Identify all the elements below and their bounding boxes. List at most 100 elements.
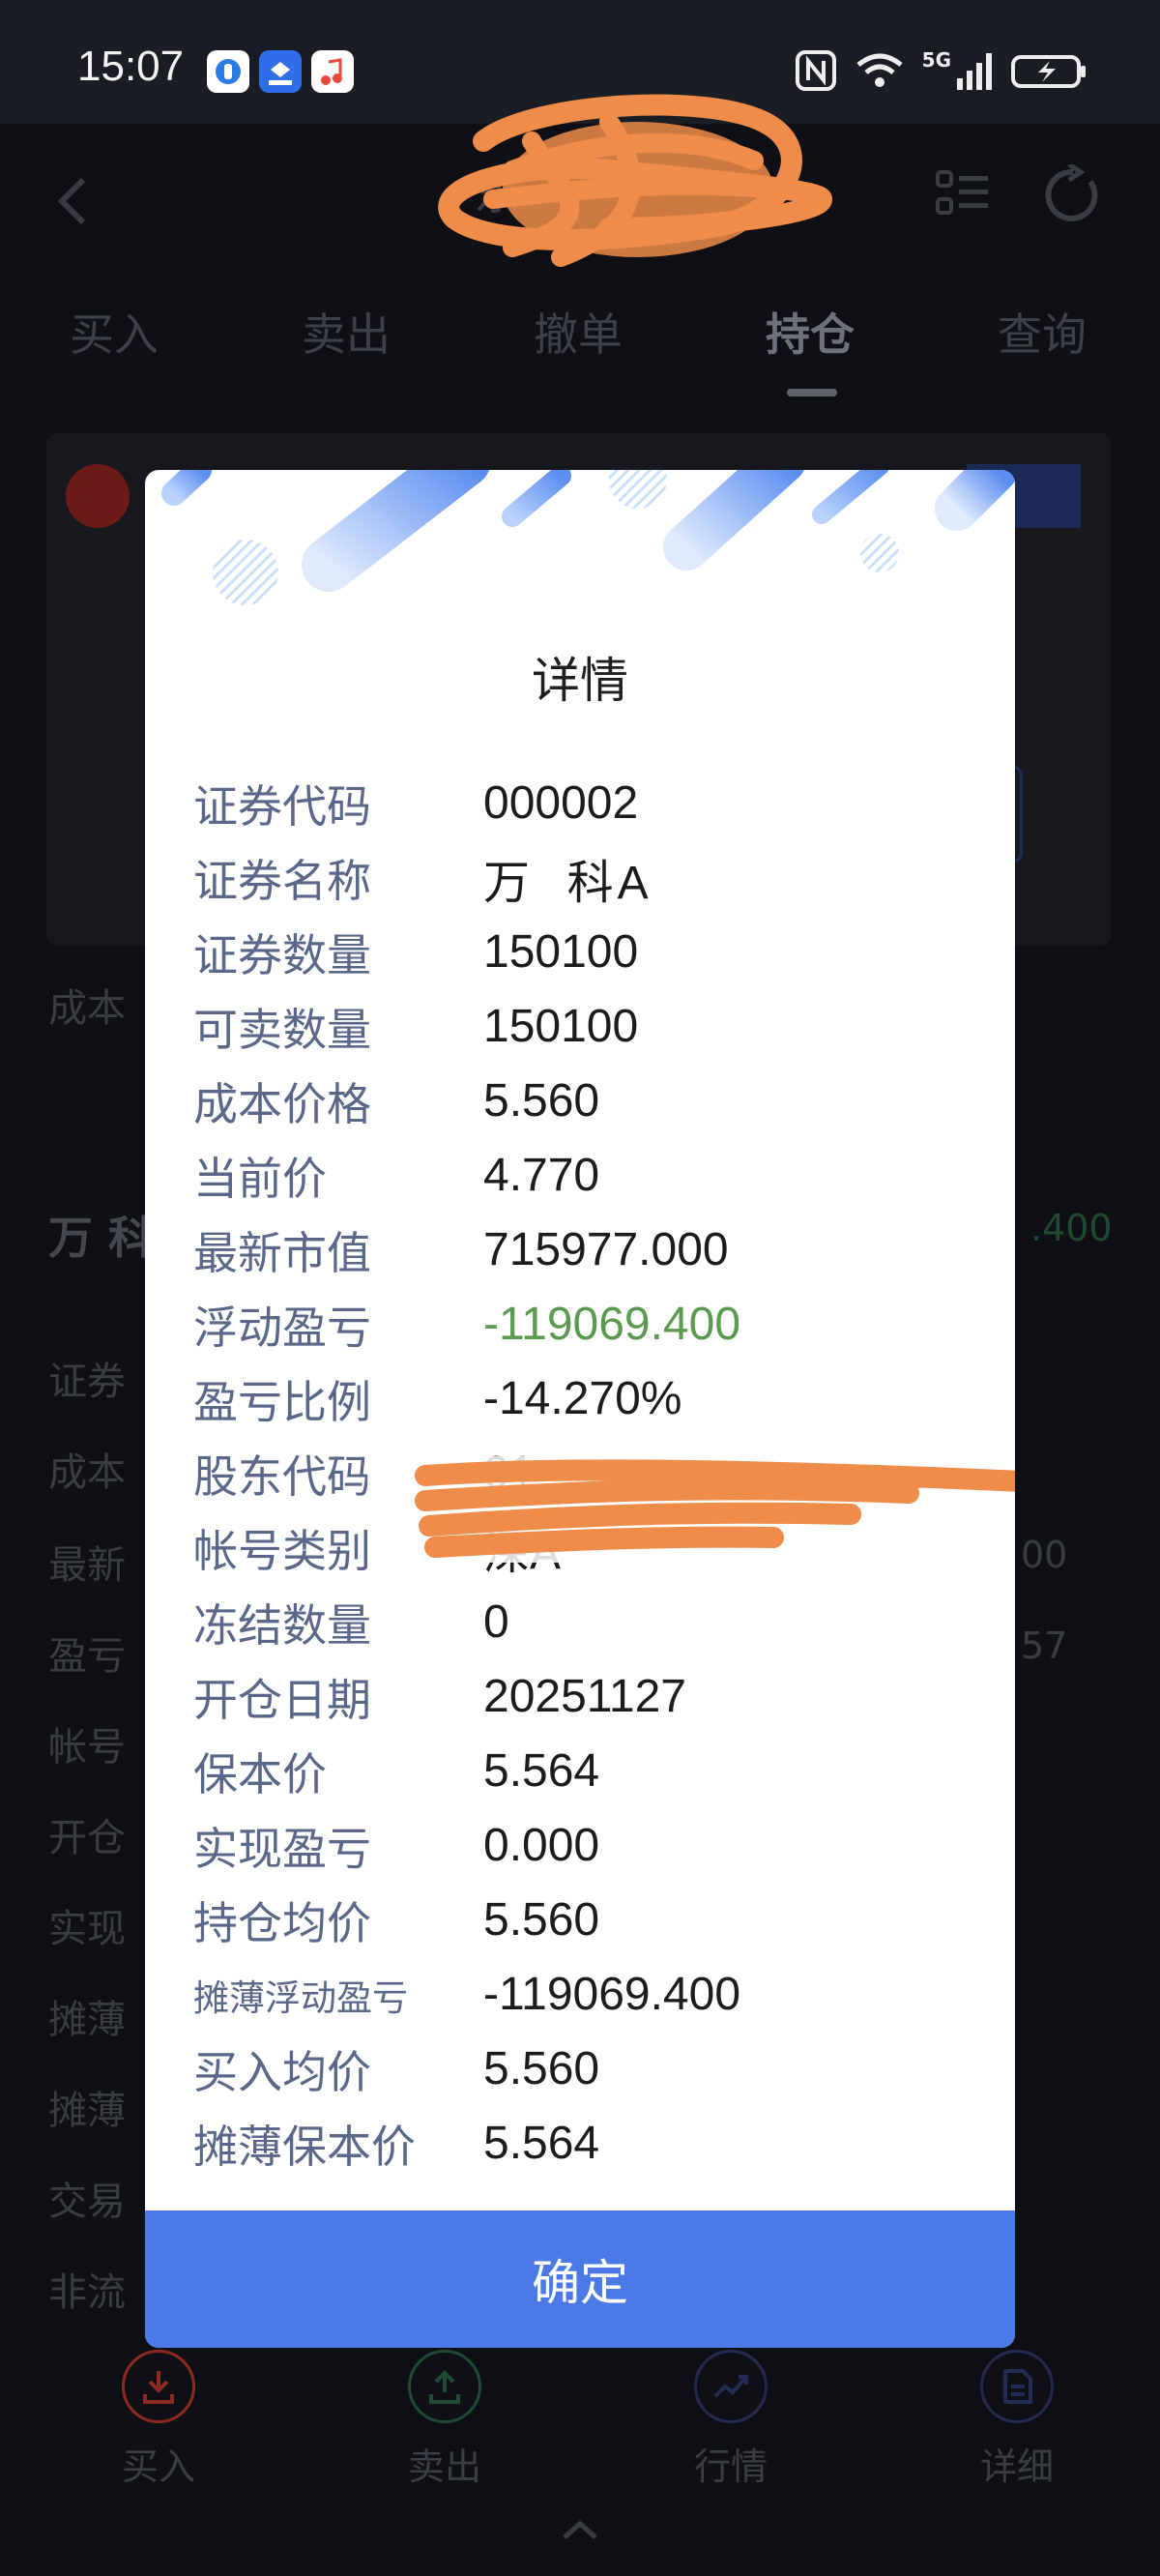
document-icon [980, 2350, 1054, 2423]
nav-sell[interactable]: 卖出 [367, 2350, 522, 2490]
detail-row: 浮动盈亏 -119069.400 [193, 1287, 986, 1361]
bottom-action-bar: 买入 卖出 行情 详细 [0, 2350, 1160, 2504]
detail-row: 可卖数量 150100 [193, 989, 986, 1064]
detail-row: 证券名称 万 科A [193, 840, 986, 915]
ai-app-notification-icon [259, 50, 302, 93]
tab-cancel-order[interactable]: 撤单 [534, 300, 623, 364]
bg-field-label: 实现 [48, 1907, 126, 1951]
row-value: 5.564 [483, 1745, 600, 1797]
bg-field-label: 摊薄 [48, 1998, 126, 2042]
chevron-up-icon[interactable] [561, 2518, 599, 2541]
china-flag-icon [66, 464, 130, 528]
row-value: 5.564 [483, 2118, 600, 2169]
row-label: 盈亏比例 [193, 1375, 371, 1428]
row-label: 证券代码 [193, 779, 371, 833]
trade-tabs: 买入 卖出 撤单 持仓 查询 [0, 300, 1160, 377]
signal-icon [957, 53, 992, 90]
bg-field-label: 帐号 [48, 1725, 126, 1770]
row-label: 开仓日期 [193, 1673, 371, 1726]
detail-row: 开仓日期 20251127 [193, 1659, 986, 1734]
row-label: 当前价 [193, 1152, 327, 1205]
row-value: -14.270% [483, 1373, 682, 1424]
dialog-title: 详情 [532, 653, 628, 709]
row-value: -119069.400 [483, 1969, 741, 2020]
list-menu-icon[interactable] [934, 164, 992, 222]
network-type: 5G [921, 48, 951, 72]
row-label: 可卖数量 [193, 1003, 371, 1056]
section-label: 成本 [48, 986, 126, 1031]
row-label: 证券数量 [193, 928, 371, 981]
row-value: -119069.400 [483, 1299, 741, 1350]
row-value: 000002 [483, 777, 639, 829]
bg-field-value: 57 [1021, 1625, 1068, 1667]
row-label: 摊薄浮动盈亏 [193, 1976, 408, 2019]
row-label: 摊薄保本价 [193, 2120, 416, 2173]
refresh-icon[interactable] [1042, 164, 1104, 226]
detail-row: 摊薄浮动盈亏 -119069.400 [193, 1957, 986, 2032]
detail-row: 成本价格 5.560 [193, 1064, 986, 1138]
back-arrow-icon[interactable] [52, 172, 91, 230]
bg-field-label: 交易 [48, 2180, 126, 2224]
confirm-button[interactable]: 确定 [145, 2210, 1015, 2348]
bg-field-label: 最新 [48, 1543, 126, 1588]
download-icon [122, 2350, 195, 2423]
detail-row: 保本价 5.564 [193, 1734, 986, 1808]
row-label: 冻结数量 [193, 1598, 371, 1652]
detail-row: 持仓均价 5.560 [193, 1883, 986, 1957]
row-value: 4.770 [483, 1150, 600, 1201]
detail-row: 冻结数量 0 [193, 1585, 986, 1659]
dialog-header-decoration [161, 470, 1015, 605]
active-tab-indicator [787, 389, 837, 396]
row-value: 0.000 [483, 1820, 600, 1871]
row-value: 5.560 [483, 1894, 600, 1946]
tab-sell[interactable]: 卖出 [302, 300, 391, 364]
row-label: 买入均价 [193, 2045, 371, 2098]
nav-buy[interactable]: 买入 [81, 2350, 236, 2490]
row-label: 浮动盈亏 [193, 1301, 371, 1354]
row-label: 成本价格 [193, 1077, 371, 1130]
wifi-icon [856, 53, 903, 87]
nav-label: 详细 [979, 2445, 1054, 2488]
bg-field-label: 证券 [48, 1360, 126, 1404]
detail-row: 盈亏比例 -14.270% [193, 1361, 986, 1436]
redaction-scribble [438, 94, 833, 267]
row-label: 最新市值 [193, 1226, 371, 1279]
nav-market[interactable]: 行情 [653, 2350, 808, 2490]
row-value: 万 科A [483, 857, 652, 909]
row-value: 5.560 [483, 2043, 600, 2094]
status-time: 15:07 [77, 43, 185, 90]
row-value: 20251127 [483, 1671, 686, 1722]
battery-charging-icon [1011, 55, 1086, 88]
trend-chart-icon [694, 2350, 768, 2423]
row-value: 0 [483, 1596, 509, 1648]
detail-row: 实现盈亏 0.000 [193, 1808, 986, 1883]
row-label: 证券名称 [193, 854, 371, 907]
nav-label: 行情 [693, 2445, 768, 2488]
nav-detail[interactable]: 详细 [940, 2350, 1094, 2490]
row-value: 150100 [483, 926, 639, 978]
bg-field-label: 开仓 [48, 1816, 126, 1860]
upload-icon [408, 2350, 481, 2423]
tab-holdings[interactable]: 持仓 [766, 300, 855, 364]
detail-row: 摊薄保本价 5.564 [193, 2106, 986, 2181]
bg-field-label: 盈亏 [48, 1634, 126, 1679]
row-value: 150100 [483, 1001, 639, 1052]
row-label: 保本价 [193, 1747, 327, 1800]
holding-name[interactable]: 万 科 [48, 1203, 153, 1267]
redaction-scribble [367, 1456, 1015, 1563]
app-notification-icon [207, 50, 249, 93]
bg-field-label: 成本 [48, 1450, 126, 1495]
detail-row: 证券数量 150100 [193, 915, 986, 989]
detail-row: 当前价 4.770 [193, 1138, 986, 1213]
tab-buy[interactable]: 买入 [70, 300, 159, 364]
tab-query[interactable]: 查询 [998, 300, 1087, 364]
row-label: 实现盈亏 [193, 1822, 371, 1875]
detail-row: 证券代码 000002 [193, 766, 986, 840]
row-value: 715977.000 [483, 1224, 729, 1275]
nav-label: 卖出 [407, 2445, 481, 2488]
detail-row: 买入均价 5.560 [193, 2032, 986, 2106]
music-notification-icon [311, 50, 354, 93]
holding-pnl: .400 [1030, 1207, 1113, 1249]
row-label: 持仓均价 [193, 1896, 371, 1949]
bg-field-value: 00 [1021, 1534, 1068, 1576]
